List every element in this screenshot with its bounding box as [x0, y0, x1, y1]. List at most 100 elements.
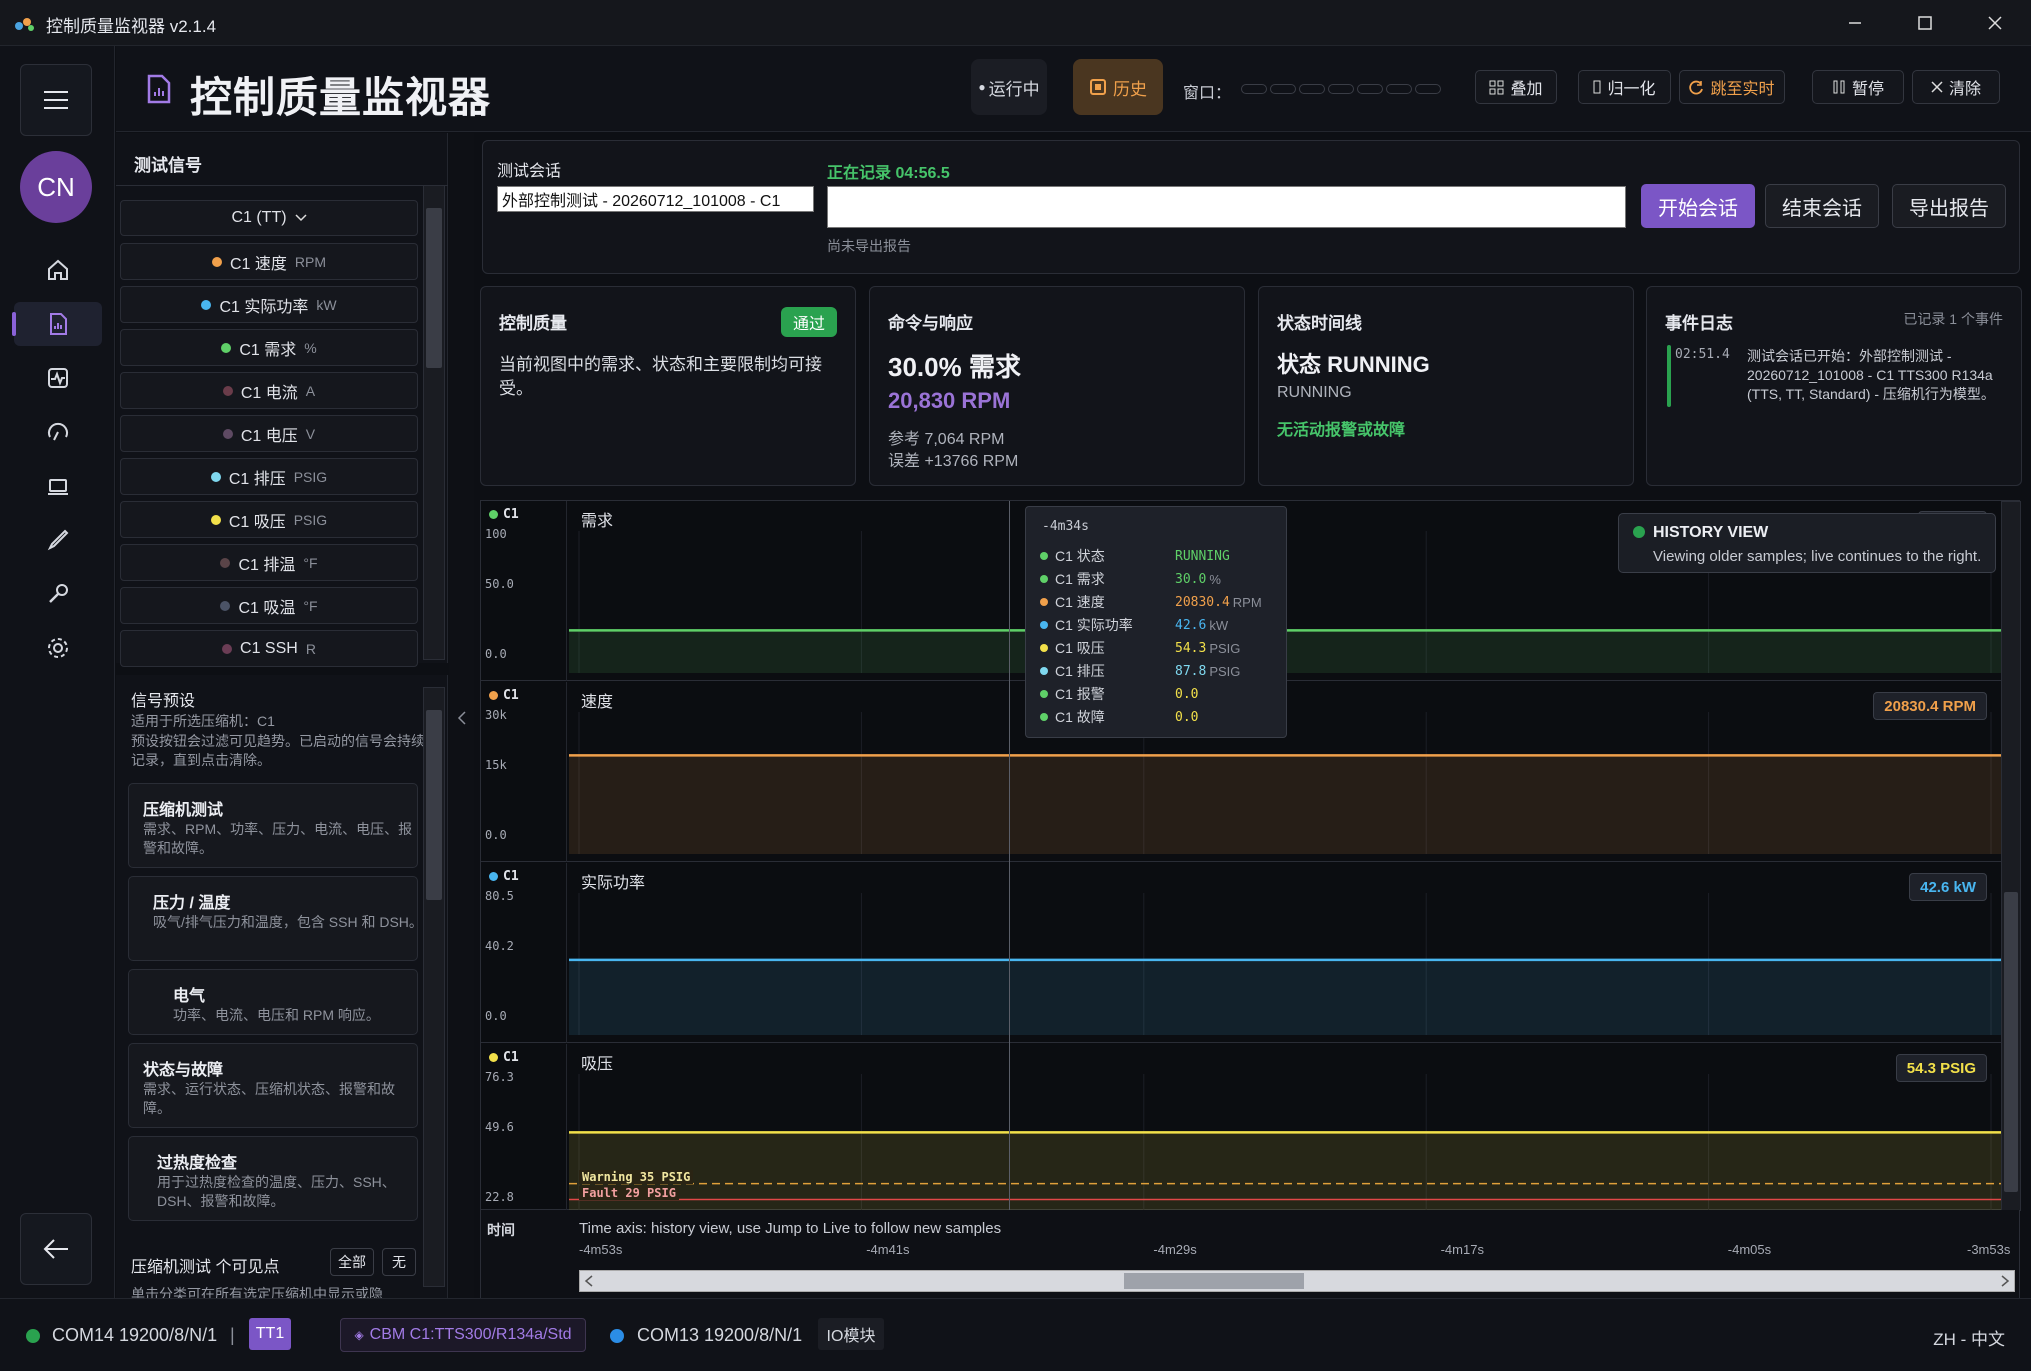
maximize-button[interactable]	[1890, 0, 1960, 46]
menu-button[interactable]	[20, 64, 92, 136]
plots-scrollbar[interactable]	[2001, 501, 2021, 1211]
select-none-button[interactable]: 无	[382, 1248, 416, 1276]
avatar[interactable]: CN	[20, 151, 92, 223]
port2-label[interactable]: COM13 19200/8/N/1	[637, 1325, 802, 1346]
signal-item[interactable]: C1 排温 °F	[120, 544, 418, 581]
y-axis: C1 30k 15k 0.0	[481, 682, 567, 862]
cbm-badge[interactable]: ◈ CBM C1:TTS300/R134a/Std	[340, 1318, 586, 1352]
signal-color-dot	[210, 514, 221, 525]
nav-settings[interactable]	[14, 626, 102, 670]
channel-dot	[489, 1053, 498, 1062]
cursor-tooltip: -4m34s C1 状态 RUNNING C1 需求 30.0% C1 速度 20830.…	[1025, 506, 1287, 738]
nav-tools[interactable]	[14, 572, 102, 616]
collapse-panel-button[interactable]	[449, 133, 474, 1298]
end-session-button[interactable]: 结束会话	[1765, 184, 1879, 228]
app-logo-icon	[15, 18, 34, 31]
window-option[interactable]	[1386, 84, 1412, 94]
preset-superheat[interactable]: 过热度检查 用于过热度检查的温度、压力、SSH、DSH、报警和故障。	[128, 1136, 418, 1221]
signal-item[interactable]: C1 SSH R	[120, 630, 418, 667]
signal-item[interactable]: C1 电流 A	[120, 372, 418, 409]
preset-status-faults[interactable]: 状态与故障 需求、运行状态、压缩机状态、报警和故障。	[128, 1043, 418, 1128]
start-session-button[interactable]: 开始会话	[1641, 184, 1755, 228]
window-option[interactable]	[1357, 84, 1383, 94]
signal-unit: PSIG	[293, 511, 328, 528]
nav-monitor[interactable]	[14, 356, 102, 400]
strip-plot[interactable]	[569, 1044, 2001, 1224]
signal-item[interactable]: C1 需求%	[120, 329, 418, 366]
signal-item[interactable]: C1 电压 V	[120, 415, 418, 452]
time-scrollbar[interactable]	[579, 1270, 2015, 1292]
preset-pressure-temp[interactable]: 压力 / 温度 吸气/排气压力和温度，包含 SSH 和 DSH。	[128, 876, 423, 961]
tt1-badge[interactable]: TT1	[249, 1318, 291, 1350]
time-cursor[interactable]	[1009, 501, 1010, 1226]
nav-gauge[interactable]	[14, 410, 102, 454]
scrollbar-thumb[interactable]	[2004, 892, 2018, 1192]
language-selector[interactable]: ZH - 中文	[1933, 1325, 2005, 1350]
signal-item[interactable]: C1 吸压 PSIG	[120, 501, 418, 538]
y-tick-label: 30k	[485, 708, 507, 722]
jump-live-button[interactable]: 跳至实时	[1679, 70, 1785, 104]
signal-list-scrollbar[interactable]	[423, 185, 445, 660]
tooltip-row: C1 实际功率 42.6 kW	[1040, 616, 1228, 634]
back-button[interactable]	[20, 1213, 92, 1285]
window-option[interactable]	[1328, 84, 1354, 94]
signal-item[interactable]: C1 实际功率 kW	[120, 286, 418, 323]
x-tick-label: -3m53s	[1967, 1242, 2011, 1257]
window-option[interactable]	[1415, 84, 1441, 94]
arrow-left-icon	[43, 1239, 68, 1259]
scrollbar-thumb[interactable]	[426, 710, 442, 900]
trend-strip[interactable]: C1 76.3 49.6 22.8 吸压 Warning 35 PSIG Fault 29 …	[481, 1044, 2001, 1224]
scrollbar-thumb[interactable]	[426, 208, 442, 368]
io-module-badge[interactable]: IO模块	[818, 1318, 884, 1350]
recording-status: 正在记录 04:56.5	[827, 165, 950, 182]
signal-item[interactable]: C1 速度 RPM	[120, 243, 418, 280]
strip-plot[interactable]	[569, 863, 2001, 1043]
presets-scrollbar[interactable]	[423, 687, 445, 1287]
time-scrollbar-thumb[interactable]	[1124, 1273, 1304, 1289]
no-alarm-text: 无活动报警或故障	[1277, 422, 1406, 439]
running-button[interactable]: ● 运行中	[971, 59, 1047, 115]
preset-compressor-test[interactable]: 压缩机测试需求、RPM、功率、压力、电流、电压、报警和故障。	[128, 783, 418, 868]
signal-item[interactable]: C1 吸温 °F	[120, 587, 418, 624]
port1-label[interactable]: COM14 19200/8/N/1	[52, 1325, 217, 1346]
overlay-button[interactable]: 叠加	[1475, 70, 1557, 104]
y-tick-label: 50.0	[485, 577, 514, 591]
history-button[interactable]: 历史	[1073, 59, 1163, 115]
signal-unit: V	[305, 425, 316, 442]
signal-item[interactable]: C1 排压 PSIG	[120, 458, 418, 495]
signal-name: C1 电流	[240, 384, 298, 402]
row-key: C1 故障	[1055, 709, 1105, 725]
preset-desc: 需求、RPM、功率、压力、电流、电压、报警和故障。	[143, 821, 413, 856]
nav-home[interactable]	[14, 248, 102, 292]
trend-strip[interactable]: C1 80.5 40.2 0.0 实际功率 42.6 kW	[481, 863, 2001, 1043]
clear-button[interactable]: 清除	[1912, 70, 2000, 104]
row-dot	[1040, 575, 1048, 583]
nav-device[interactable]	[14, 464, 102, 508]
preset-electrical[interactable]: 电气 功率、电流、电压和 RPM 响应。	[128, 969, 418, 1035]
window-label: 窗口：	[1183, 85, 1232, 102]
quality-title: 控制质量	[499, 314, 567, 333]
window-option[interactable]	[1241, 84, 1267, 94]
tooltip-row: C1 排压 87.8 PSIG	[1040, 662, 1240, 680]
normalize-button[interactable]: 归一化	[1578, 70, 1671, 104]
session-notes-input[interactable]	[827, 186, 1626, 228]
window-option[interactable]	[1299, 84, 1325, 94]
nav-edit[interactable]	[14, 518, 102, 562]
session-name-input[interactable]	[497, 186, 814, 212]
visible-points-title: 压缩机测试 个可见点	[131, 1259, 280, 1276]
preset-name: 压缩机测试	[143, 802, 224, 819]
pause-button[interactable]: 暂停	[1812, 70, 1904, 104]
select-all-button[interactable]: 全部	[330, 1248, 374, 1276]
minimize-button[interactable]	[1820, 0, 1890, 46]
divider	[116, 185, 448, 186]
export-report-button[interactable]: 导出报告	[1892, 184, 2006, 228]
presets-title: 信号预设	[131, 693, 196, 710]
close-button[interactable]	[1960, 0, 2030, 46]
row-dot	[1040, 598, 1048, 606]
nav-rail: CN	[0, 46, 115, 1298]
signal-group-selector[interactable]: C1 (TT)	[120, 200, 418, 236]
nav-report[interactable]	[12, 302, 102, 346]
window-option[interactable]	[1270, 84, 1296, 94]
window-title: 控制质量监视器 v2.1.4	[46, 17, 217, 36]
pause-icon	[1833, 80, 1845, 94]
